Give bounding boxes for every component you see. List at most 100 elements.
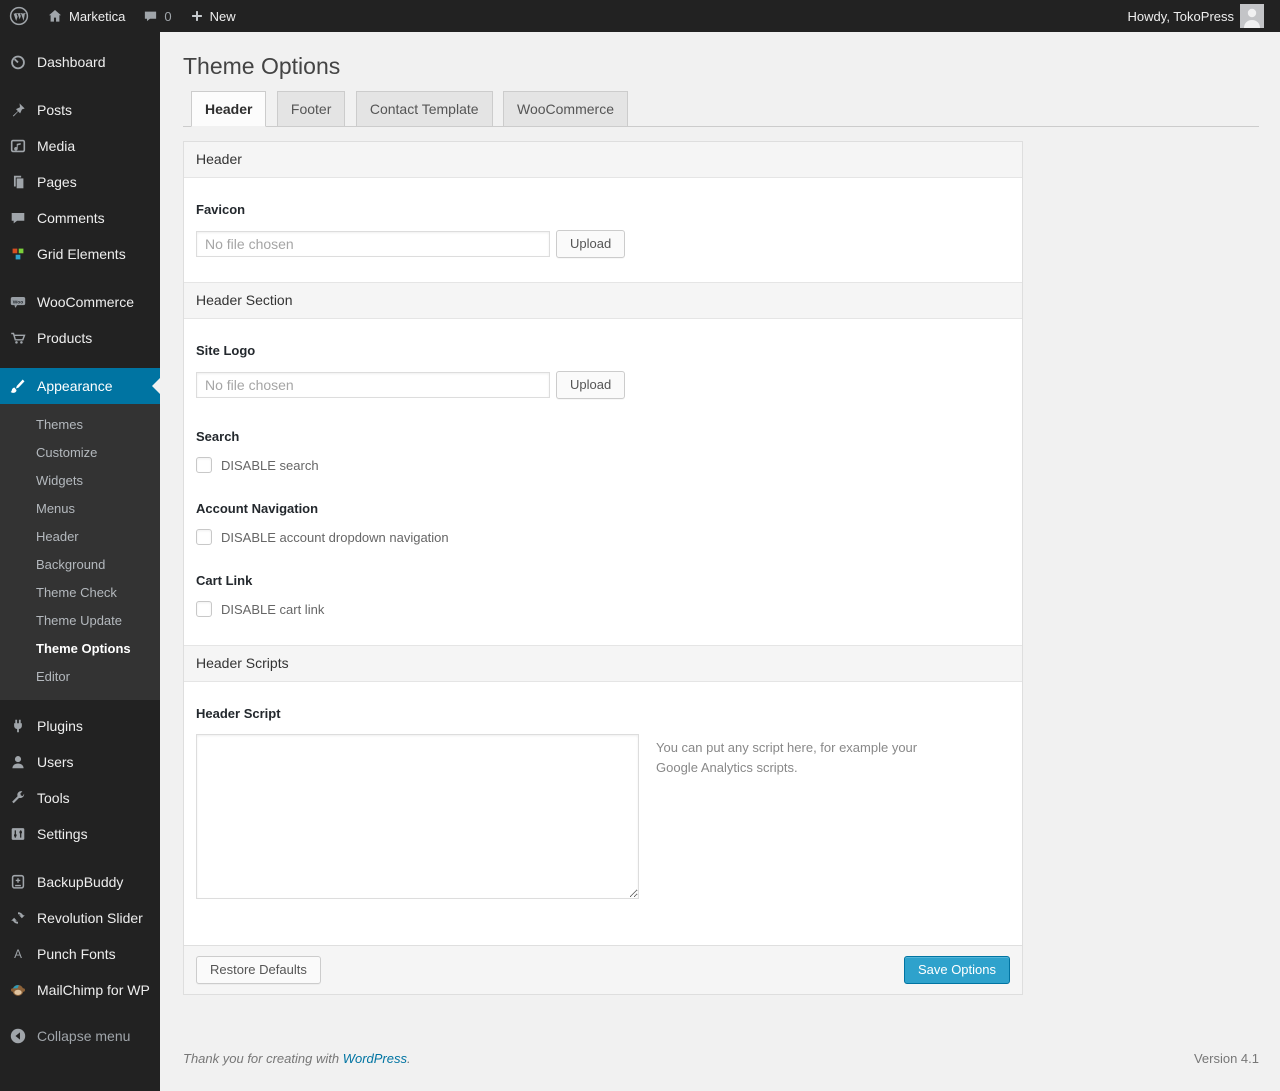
sidebar-item-punch-fonts[interactable]: A Punch Fonts: [0, 936, 160, 972]
sidebar-item-label: Settings: [37, 826, 88, 842]
menu-separator: [0, 700, 160, 708]
disable-cart-link-checkbox[interactable]: [196, 601, 212, 617]
cart-link-label: Cart Link: [196, 573, 253, 588]
pushpin-icon: [8, 100, 28, 120]
submenu-item-widgets[interactable]: Widgets: [0, 467, 160, 495]
tab-woocommerce[interactable]: WooCommerce: [503, 91, 628, 126]
site-logo-upload-button[interactable]: Upload: [556, 371, 626, 399]
brush-icon: [8, 376, 28, 396]
refresh-arrows-icon: [8, 908, 28, 928]
submenu-item-theme-check[interactable]: Theme Check: [0, 579, 160, 607]
wrench-icon: [8, 788, 28, 808]
submenu-item-background[interactable]: Background: [0, 551, 160, 579]
disable-account-nav-checkbox[interactable]: [196, 529, 212, 545]
sidebar-item-label: Posts: [37, 102, 73, 118]
sidebar-item-tools[interactable]: Tools: [0, 780, 160, 816]
comments-count: 0: [164, 8, 172, 24]
favicon-label: Favicon: [196, 202, 246, 217]
collapse-menu-button[interactable]: Collapse menu: [0, 1018, 160, 1054]
sidebar-item-revolution-slider[interactable]: Revolution Slider: [0, 900, 160, 936]
sidebar-item-woocommerce[interactable]: Woo WooCommerce: [0, 284, 160, 320]
submenu-item-header[interactable]: Header: [0, 523, 160, 551]
sidebar-item-label: Punch Fonts: [37, 946, 116, 962]
wordpress-menu[interactable]: [0, 0, 38, 32]
sidebar-item-label: Grid Elements: [37, 246, 126, 262]
disable-cart-link-text: DISABLE cart link: [221, 601, 325, 617]
menu-separator: [0, 852, 160, 864]
admin-bar: Marketica 0 New Howdy, TokoPress: [0, 0, 1280, 32]
site-logo-file-input[interactable]: [196, 372, 550, 398]
sidebar-item-label: Tools: [37, 790, 70, 806]
submenu-item-menus[interactable]: Menus: [0, 495, 160, 523]
favicon-upload-button[interactable]: Upload: [556, 230, 626, 258]
site-logo-upload-row: Upload: [196, 371, 1010, 399]
submenu-item-theme-update[interactable]: Theme Update: [0, 607, 160, 635]
comment-bubble-icon: [143, 9, 158, 24]
footer-thanks-text: Thank you for creating with: [183, 1051, 343, 1066]
appearance-submenu: Themes Customize Widgets Menus Header Ba…: [0, 404, 160, 700]
wordpress-link[interactable]: WordPress: [343, 1051, 407, 1066]
sidebar-item-label: MailChimp for WP: [37, 982, 150, 998]
sidebar-item-media[interactable]: Media: [0, 128, 160, 164]
wordpress-logo-icon: [9, 6, 29, 26]
sidebar-item-label: BackupBuddy: [37, 874, 124, 890]
section-header-scripts-body: Header Script You can put any script her…: [184, 682, 1022, 945]
submenu-item-editor[interactable]: Editor: [0, 663, 160, 691]
section-header-body: Favicon Upload: [184, 178, 1022, 282]
collapse-arrow-icon: [8, 1026, 28, 1046]
avatar: [1240, 4, 1264, 28]
admin-sidebar: Dashboard Posts Media Pages Comments Gri…: [0, 32, 160, 1091]
sidebar-item-backupbuddy[interactable]: BackupBuddy: [0, 864, 160, 900]
comments-menu[interactable]: 0: [134, 0, 180, 32]
theme-options-panel: Header Favicon Upload Header Section Sit…: [183, 141, 1023, 995]
favicon-upload-row: Upload: [196, 230, 1010, 258]
sidebar-item-plugins[interactable]: Plugins: [0, 708, 160, 744]
favicon-file-input[interactable]: [196, 231, 550, 257]
header-script-help: You can put any script here, for example…: [656, 740, 918, 776]
tab-footer[interactable]: Footer: [276, 91, 346, 126]
site-name-menu[interactable]: Marketica: [38, 0, 134, 32]
tab-bar: Header Footer Contact Template WooCommer…: [183, 91, 1259, 127]
sidebar-item-comments[interactable]: Comments: [0, 200, 160, 236]
sidebar-item-label: Revolution Slider: [37, 910, 143, 926]
menu-separator: [0, 356, 160, 368]
tab-contact-template[interactable]: Contact Template: [355, 91, 493, 126]
submenu-item-theme-options[interactable]: Theme Options: [0, 635, 160, 663]
page-footer: Thank you for creating with WordPress. V…: [183, 1043, 1259, 1086]
sidebar-item-products[interactable]: Products: [0, 320, 160, 356]
disable-search-checkbox[interactable]: [196, 457, 212, 473]
dashboard-icon: [8, 52, 28, 72]
sidebar-item-pages[interactable]: Pages: [0, 164, 160, 200]
sidebar-item-users[interactable]: Users: [0, 744, 160, 780]
user-icon: [8, 752, 28, 772]
sidebar-item-dashboard[interactable]: Dashboard: [0, 44, 160, 80]
site-logo-label: Site Logo: [196, 343, 256, 358]
sidebar-item-appearance[interactable]: Appearance: [0, 368, 160, 404]
section-header-scripts-bar: Header Scripts: [184, 645, 1022, 682]
save-options-button[interactable]: Save Options: [903, 956, 1010, 984]
submenu-item-customize[interactable]: Customize: [0, 439, 160, 467]
disable-account-nav-row: DISABLE account dropdown navigation: [196, 529, 1010, 545]
backupbuddy-icon: [8, 872, 28, 892]
sidebar-item-settings[interactable]: Settings: [0, 816, 160, 852]
section-header-bar: Header: [184, 142, 1022, 178]
account-menu[interactable]: Howdy, TokoPress: [1119, 0, 1273, 32]
restore-defaults-button[interactable]: Restore Defaults: [196, 956, 321, 984]
sidebar-item-mailchimp[interactable]: MailChimp for WP: [0, 972, 160, 1008]
pages-icon: [8, 172, 28, 192]
new-content-menu[interactable]: New: [181, 0, 245, 32]
section-header-section-bar: Header Section: [184, 282, 1022, 319]
sidebar-item-label: Products: [37, 330, 93, 346]
sidebar-item-label: Pages: [37, 174, 77, 190]
sidebar-item-grid-elements[interactable]: Grid Elements: [0, 236, 160, 272]
tab-header[interactable]: Header: [191, 91, 267, 127]
sidebar-item-posts[interactable]: Posts: [0, 92, 160, 128]
header-script-textarea[interactable]: [196, 734, 639, 899]
new-label: New: [209, 8, 236, 24]
collapse-menu-label: Collapse menu: [37, 1028, 131, 1044]
header-script-row: You can put any script here, for example…: [196, 734, 1010, 899]
admin-bar-left: Marketica 0 New: [0, 0, 245, 32]
svg-text:Woo: Woo: [13, 299, 23, 305]
submenu-item-themes[interactable]: Themes: [0, 411, 160, 439]
svg-text:A: A: [14, 948, 22, 961]
